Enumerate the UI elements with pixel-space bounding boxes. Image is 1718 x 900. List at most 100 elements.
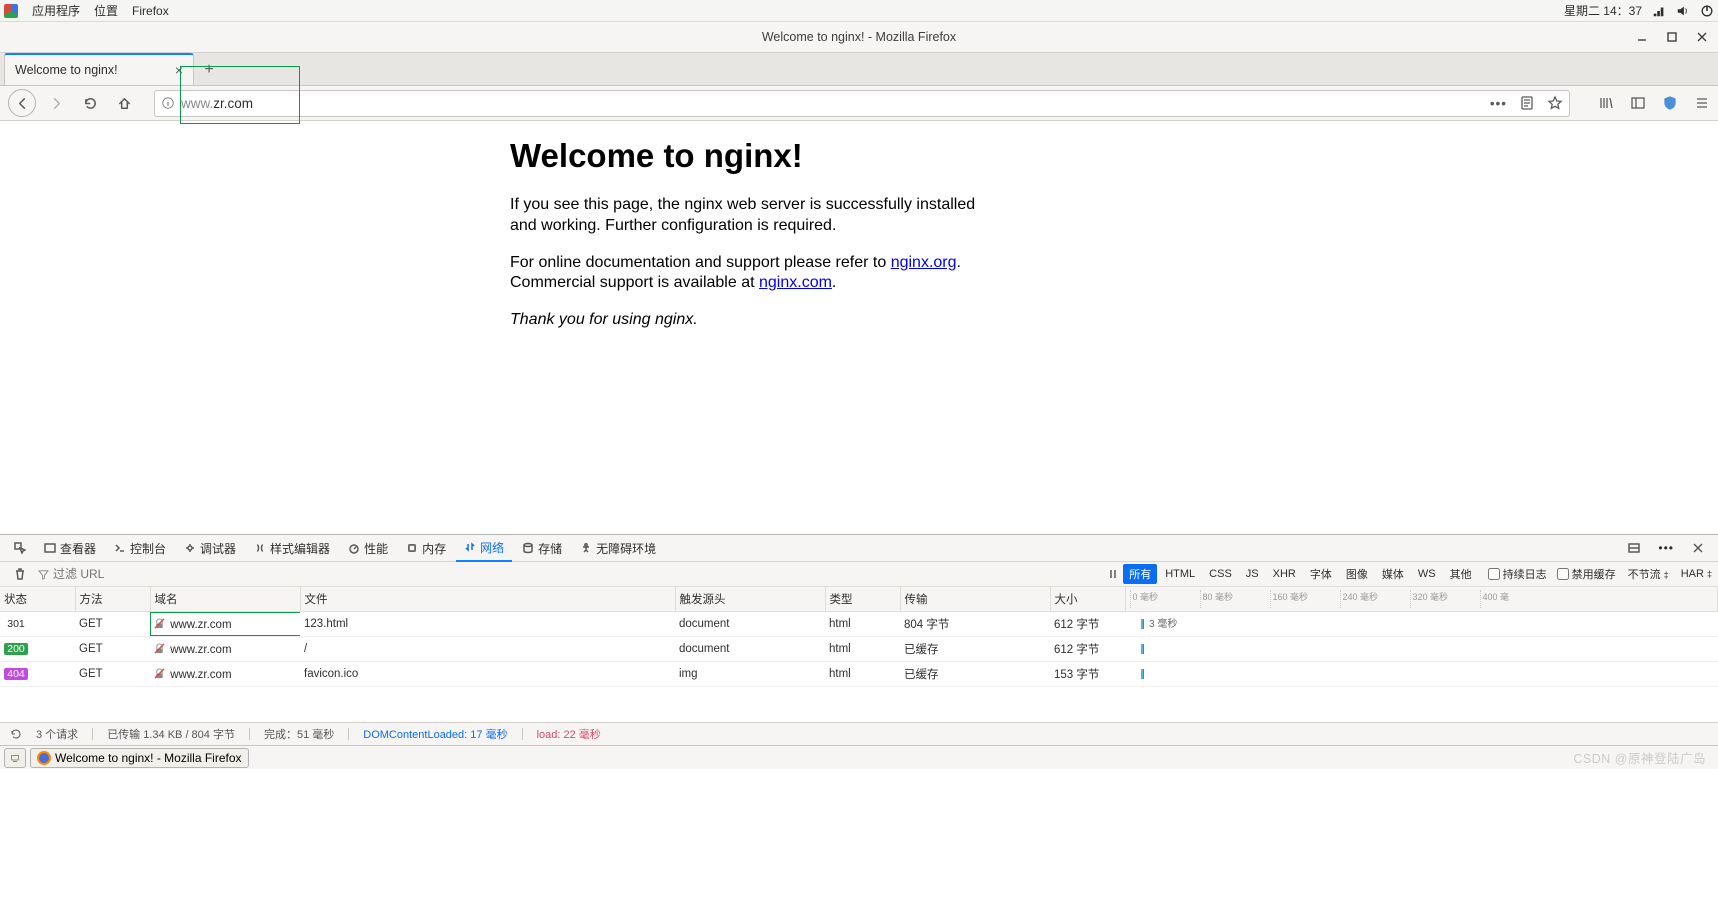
- devtools-statusbar: 3 个请求 已传输 1.34 KB / 804 字节 完成：51 毫秒 DOMC…: [0, 722, 1718, 745]
- tab-performance[interactable]: 性能: [340, 535, 396, 562]
- menu-icon[interactable]: [1694, 95, 1710, 111]
- show-desktop-button[interactable]: [4, 748, 26, 768]
- firefox-icon: [37, 751, 51, 765]
- sidebar-icon[interactable]: [1630, 95, 1646, 111]
- persist-log-checkbox[interactable]: 持续日志: [1488, 566, 1547, 582]
- filter-ws[interactable]: WS: [1412, 566, 1442, 582]
- reader-mode-icon[interactable]: [1519, 95, 1535, 111]
- col-waterfall[interactable]: 0 毫秒80 毫秒160 毫秒240 毫秒320 毫秒400 毫: [1125, 587, 1718, 612]
- network-icon[interactable]: [1652, 4, 1666, 18]
- link-nginx-com[interactable]: nginx.com: [759, 274, 832, 291]
- col-type[interactable]: 类型: [825, 587, 900, 612]
- filter-input[interactable]: [38, 567, 1103, 581]
- volume-icon[interactable]: [1676, 4, 1690, 18]
- filter-xhr[interactable]: XHR: [1267, 566, 1302, 582]
- url-bar[interactable]: www.zr.com •••: [154, 90, 1570, 117]
- table-row[interactable]: 404GET www.zr.comfavicon.icoimghtml已缓存15…: [0, 662, 1718, 687]
- tab-memory[interactable]: 内存: [398, 535, 454, 562]
- pause-icon[interactable]: [1107, 568, 1119, 580]
- tab-inspector[interactable]: 查看器: [36, 535, 104, 562]
- col-method[interactable]: 方法: [75, 587, 150, 612]
- desktop-taskbar: Welcome to nginx! - Mozilla Firefox CSDN…: [0, 745, 1718, 769]
- tab-storage[interactable]: 存储: [514, 535, 570, 562]
- col-domain[interactable]: 域名: [150, 587, 300, 612]
- filter-all[interactable]: 所有: [1123, 564, 1157, 584]
- window-title: Welcome to nginx! - Mozilla Firefox: [762, 30, 956, 44]
- link-nginx-org[interactable]: nginx.org: [891, 254, 957, 271]
- status-domcontentloaded: DOMContentLoaded: 17 毫秒: [363, 726, 507, 742]
- throttle-select[interactable]: 不节流 ‡: [1628, 566, 1669, 582]
- col-transferred[interactable]: 传输: [900, 587, 1050, 612]
- network-toolbar: 所有 HTML CSS JS XHR 字体 图像 媒体 WS 其他 持续日志 禁…: [0, 562, 1718, 587]
- har-menu[interactable]: HAR ‡: [1681, 568, 1712, 580]
- info-icon[interactable]: [161, 96, 175, 110]
- element-picker-button[interactable]: [6, 535, 34, 562]
- table-row[interactable]: 200GET www.zr.com/documenthtml已缓存612 字节: [0, 637, 1718, 662]
- tab-strip: Welcome to nginx! × +: [0, 53, 1718, 86]
- browser-tab[interactable]: Welcome to nginx! ×: [4, 53, 194, 85]
- devtools-panel: 查看器 控制台 调试器 样式编辑器 性能 内存 网络 存储 无障碍环境 ••• …: [0, 534, 1718, 745]
- distro-logo-icon: [4, 4, 18, 18]
- window-minimize-button[interactable]: [1636, 31, 1648, 43]
- col-status[interactable]: 状态: [0, 587, 75, 612]
- status-transferred: 已传输 1.34 KB / 804 字节: [107, 726, 235, 742]
- filter-css[interactable]: CSS: [1203, 566, 1238, 582]
- home-button[interactable]: [110, 89, 138, 117]
- library-icon[interactable]: [1598, 95, 1614, 111]
- reload-icon[interactable]: [10, 728, 22, 740]
- protection-shield-icon[interactable]: [1662, 95, 1678, 111]
- page-content: Welcome to nginx! If you see this page, …: [0, 121, 1718, 534]
- menu-places[interactable]: 位置: [94, 2, 118, 19]
- page-paragraph-1: If you see this page, the nginx web serv…: [510, 195, 1000, 237]
- window-close-button[interactable]: [1696, 31, 1708, 43]
- devtools-tabs: 查看器 控制台 调试器 样式编辑器 性能 内存 网络 存储 无障碍环境 •••: [0, 535, 1718, 562]
- url-domain: zr.com: [213, 96, 253, 111]
- status-finish: 完成：51 毫秒: [264, 726, 334, 742]
- filter-html[interactable]: HTML: [1159, 566, 1201, 582]
- table-row[interactable]: 301GET www.zr.com123.htmldocumenthtml804…: [0, 612, 1718, 637]
- tab-close-icon[interactable]: ×: [175, 62, 183, 78]
- clock: 星期二 14：37: [1564, 2, 1642, 19]
- new-tab-button[interactable]: +: [194, 55, 224, 85]
- url-subdomain: www.: [181, 96, 213, 111]
- filter-other[interactable]: 其他: [1444, 564, 1478, 584]
- network-table: 状态 方法 域名 文件 触发源头 类型 传输 大小 0 毫秒80 毫秒160 毫…: [0, 587, 1718, 722]
- table-header-row: 状态 方法 域名 文件 触发源头 类型 传输 大小 0 毫秒80 毫秒160 毫…: [0, 587, 1718, 612]
- filter-img[interactable]: 图像: [1340, 564, 1374, 584]
- devtools-more-button[interactable]: •••: [1650, 535, 1682, 562]
- gnome-top-bar: 应用程序 位置 Firefox 星期二 14：37: [0, 0, 1718, 22]
- taskbar-app-firefox[interactable]: Welcome to nginx! - Mozilla Firefox: [30, 748, 249, 768]
- tab-debugger[interactable]: 调试器: [176, 535, 244, 562]
- window-maximize-button[interactable]: [1666, 31, 1678, 43]
- filter-font[interactable]: 字体: [1304, 564, 1338, 584]
- forward-button[interactable]: [42, 89, 70, 117]
- filter-text-field[interactable]: [53, 567, 173, 581]
- devtools-dock-button[interactable]: [1620, 535, 1648, 562]
- request-type-filters: 所有 HTML CSS JS XHR 字体 图像 媒体 WS 其他: [1123, 564, 1477, 584]
- filter-js[interactable]: JS: [1240, 566, 1265, 582]
- tab-network[interactable]: 网络: [456, 535, 512, 562]
- window-titlebar: Welcome to nginx! - Mozilla Firefox: [0, 22, 1718, 53]
- back-button[interactable]: [8, 89, 36, 117]
- clear-button[interactable]: [6, 561, 34, 588]
- status-load: load: 22 毫秒: [537, 726, 601, 742]
- page-actions-icon[interactable]: •••: [1490, 96, 1507, 111]
- status-requests: 3 个请求: [36, 726, 78, 742]
- col-initiator[interactable]: 触发源头: [675, 587, 825, 612]
- menu-firefox[interactable]: Firefox: [132, 4, 169, 18]
- tab-style-editor[interactable]: 样式编辑器: [246, 535, 338, 562]
- page-paragraph-2: For online documentation and support ple…: [510, 253, 1000, 295]
- menu-applications[interactable]: 应用程序: [32, 2, 80, 19]
- reload-button[interactable]: [76, 89, 104, 117]
- devtools-close-button[interactable]: [1684, 535, 1712, 562]
- col-file[interactable]: 文件: [300, 587, 675, 612]
- power-icon[interactable]: [1700, 4, 1714, 18]
- taskbar-app-title: Welcome to nginx! - Mozilla Firefox: [55, 751, 242, 765]
- col-size[interactable]: 大小: [1050, 587, 1125, 612]
- nav-toolbar: www.zr.com •••: [0, 86, 1718, 121]
- disable-cache-checkbox[interactable]: 禁用缓存: [1557, 566, 1616, 582]
- filter-media[interactable]: 媒体: [1376, 564, 1410, 584]
- bookmark-star-icon[interactable]: [1547, 95, 1563, 111]
- tab-accessibility[interactable]: 无障碍环境: [572, 535, 664, 562]
- tab-console[interactable]: 控制台: [106, 535, 174, 562]
